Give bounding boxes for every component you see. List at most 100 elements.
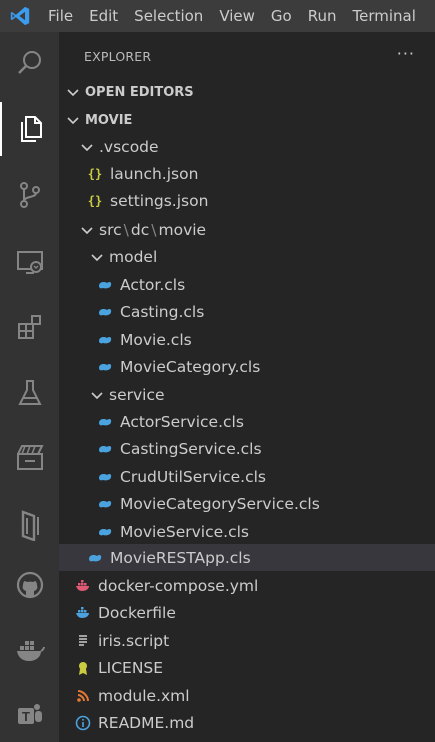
chevron-down-icon xyxy=(91,253,103,261)
file-movie-cls[interactable]: Movie.cls xyxy=(59,326,435,353)
file-label: launch.json xyxy=(110,164,199,183)
extensions-icon[interactable] xyxy=(0,300,59,354)
file-crudutilservice-cls[interactable]: CrudUtilService.cls xyxy=(59,463,435,490)
json-file-icon: {} xyxy=(87,193,103,208)
cls-file-icon xyxy=(99,445,112,452)
title-menu-bar: File Edit Selection View Go Run Terminal xyxy=(0,0,435,32)
chevron-down-icon xyxy=(67,117,79,125)
file-settings-json[interactable]: {} settings.json xyxy=(59,187,435,214)
path-separator: \ xyxy=(151,220,157,239)
path-segment-src: src xyxy=(99,220,122,239)
file-actorservice-cls[interactable]: ActorService.cls xyxy=(59,408,435,435)
search-icon[interactable] xyxy=(0,36,59,90)
menu-selection[interactable]: Selection xyxy=(126,0,211,32)
source-control-icon[interactable] xyxy=(0,168,59,222)
folder-model[interactable]: model xyxy=(59,243,435,270)
file-label: Casting.cls xyxy=(120,302,205,321)
docker-compose-file-icon xyxy=(76,579,89,591)
chevron-down-icon xyxy=(67,89,79,97)
folder-label: model xyxy=(109,247,158,266)
json-file-icon: {} xyxy=(87,166,103,181)
cls-file-icon xyxy=(99,308,112,315)
file-casting-cls[interactable]: Casting.cls xyxy=(59,298,435,325)
folder-vscode[interactable]: .vscode xyxy=(59,133,435,160)
explorer-title: EXPLORER xyxy=(84,49,152,64)
menu-edit[interactable]: Edit xyxy=(81,0,126,32)
file-readme-md[interactable]: README.md xyxy=(59,709,435,736)
menu-file[interactable]: File xyxy=(40,0,81,32)
workspace-section-header[interactable]: MOVIE xyxy=(59,107,435,133)
vscode-logo-icon xyxy=(0,0,40,32)
menu-go[interactable]: Go xyxy=(263,0,300,32)
folder-label: .vscode xyxy=(99,137,159,156)
cls-file-icon xyxy=(99,528,112,535)
file-moviecategoryservice-cls[interactable]: MovieCategoryService.cls xyxy=(59,490,435,517)
text-file-icon xyxy=(79,634,87,646)
file-castingservice-cls[interactable]: CastingService.cls xyxy=(59,435,435,462)
github-icon[interactable] xyxy=(0,558,59,612)
testing-flask-icon[interactable] xyxy=(0,366,59,420)
file-movierestapp-cls[interactable]: MovieRESTApp.cls xyxy=(59,544,435,571)
xml-rss-file-icon xyxy=(77,689,89,702)
file-label: MovieRESTApp.cls xyxy=(110,548,251,567)
chevron-down-icon xyxy=(81,226,93,234)
file-module-xml[interactable]: module.xml xyxy=(59,682,435,709)
file-license[interactable]: LICENSE xyxy=(59,654,435,681)
workspace-label: MOVIE xyxy=(85,112,133,128)
activity-bar: T xyxy=(0,32,59,742)
file-actor-cls[interactable]: Actor.cls xyxy=(59,271,435,298)
file-label: README.md xyxy=(98,713,195,732)
file-label: docker-compose.yml xyxy=(98,576,259,595)
cls-file-icon xyxy=(99,336,112,343)
file-label: Actor.cls xyxy=(120,275,186,294)
chevron-down-icon xyxy=(81,143,93,151)
cls-file-icon xyxy=(99,500,112,507)
menu-terminal[interactable]: Terminal xyxy=(345,0,424,32)
docker-icon[interactable] xyxy=(0,624,59,678)
file-label: Movie.cls xyxy=(120,330,192,349)
folder-service[interactable]: service xyxy=(59,381,435,408)
intersystems-objectscript-icon[interactable] xyxy=(0,430,59,484)
svg-text:T: T xyxy=(22,709,30,724)
intersystems-servers-icon[interactable] xyxy=(0,498,59,552)
file-dockerfile[interactable]: Dockerfile xyxy=(59,599,435,626)
path-separator: \ xyxy=(123,220,129,239)
file-movieservice-cls[interactable]: MovieService.cls xyxy=(59,518,435,545)
info-file-icon xyxy=(75,715,91,730)
file-label: iris.script xyxy=(98,631,170,650)
folder-src-dc-movie[interactable]: src \ dc \ movie xyxy=(59,216,435,243)
file-label: MovieService.cls xyxy=(120,522,249,541)
open-editors-section-header[interactable]: OPEN EDITORS xyxy=(59,79,435,105)
explorer-sidebar: EXPLORER ··· OPEN EDITORS MOVIE .vscode … xyxy=(59,32,435,742)
menu-run[interactable]: Run xyxy=(300,0,345,32)
more-actions-button[interactable]: ··· xyxy=(397,44,415,63)
explorer-files-icon[interactable] xyxy=(0,102,59,156)
file-docker-compose-yml[interactable]: docker-compose.yml xyxy=(59,572,435,599)
path-segment-movie: movie xyxy=(158,220,207,239)
cls-file-icon xyxy=(89,554,102,561)
cls-file-icon xyxy=(99,418,112,425)
file-label: CrudUtilService.cls xyxy=(120,467,267,486)
file-label: CastingService.cls xyxy=(120,439,262,458)
cls-file-icon xyxy=(99,363,112,370)
path-segment-dc: dc xyxy=(130,220,150,239)
teams-icon[interactable]: T xyxy=(0,688,59,742)
open-editors-label: OPEN EDITORS xyxy=(85,84,194,100)
cls-file-icon xyxy=(99,281,112,288)
chevron-down-icon xyxy=(91,391,103,399)
file-label: LICENSE xyxy=(98,658,164,677)
remote-explorer-icon[interactable] xyxy=(0,235,59,289)
file-iris-script[interactable]: iris.script xyxy=(59,627,435,654)
docker-file-icon xyxy=(76,606,89,618)
file-launch-json[interactable]: {} launch.json xyxy=(59,160,435,187)
file-label: MovieCategory.cls xyxy=(120,357,261,376)
file-label: ActorService.cls xyxy=(120,412,244,431)
file-label: settings.json xyxy=(110,191,209,210)
menu-view[interactable]: View xyxy=(211,0,263,32)
cls-file-icon xyxy=(99,473,112,480)
file-label: Dockerfile xyxy=(98,603,176,622)
file-moviecategory-cls[interactable]: MovieCategory.cls xyxy=(59,353,435,380)
file-label: MovieCategoryService.cls xyxy=(120,494,320,513)
folder-label: service xyxy=(109,385,165,404)
license-ribbon-icon xyxy=(79,661,87,675)
